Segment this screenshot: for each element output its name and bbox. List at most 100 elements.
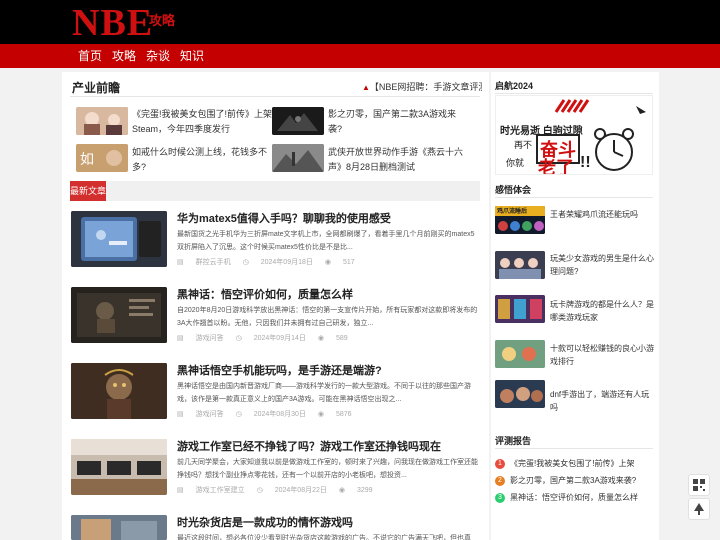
article-date: 2024年08月22日 [274, 487, 327, 494]
banner-line4: 你就 [506, 158, 525, 168]
article-views: 3299 [357, 487, 373, 494]
industry-item[interactable]: 武侠开放世界动作手游《燕云十六声》8月28日删档测试 [328, 145, 468, 175]
article-date: 2024年09月18日 [260, 259, 313, 266]
industry-thumb[interactable] [272, 144, 324, 172]
article-image[interactable] [71, 211, 167, 267]
industry-item[interactable]: 如戒什么时候公测上线，花钱多不多? [132, 145, 272, 175]
feel-item[interactable]: 王者荣耀鸡爪流还能玩吗 [550, 208, 654, 221]
banner-line6: !! [580, 154, 591, 171]
clock-icon: ◷ [242, 259, 249, 266]
article-summary: 最近这段时间，想必各位没少看到时光杂货店这款游戏的广告。不说它的广告满天飞吧，但… [177, 535, 471, 540]
motivation-banner[interactable]: 时光易逝 白驹过隙 再不 奋斗 你就 老了 !! [495, 95, 653, 175]
industry-thumb[interactable]: 如 [76, 144, 128, 172]
article-meta: ▤ 游戏问答 ◷ 2024年09月14日 ◉ 589 [177, 333, 360, 343]
nav-item-home[interactable]: 首页 [78, 44, 102, 68]
article-category[interactable]: 游戏问答 [196, 335, 224, 342]
feel-item[interactable]: 玩卡牌游戏的都是什么人？是哪类游戏玩家 [550, 298, 654, 324]
article-image[interactable] [71, 515, 167, 540]
main-nav: 首页 攻略 杂谈 知识 [0, 44, 720, 68]
clock-icon: ◷ [256, 487, 263, 494]
review-item[interactable]: 2 影之刃零，国产第二款3A游戏来袭? [495, 475, 636, 487]
article-meta: ▤ 群控云手机 ◷ 2024年09月18日 ◉ 517 [177, 257, 367, 267]
article-image[interactable] [71, 287, 167, 343]
qihang-title: 启航2024 [495, 81, 534, 91]
review-item[interactable]: 1 《完蛋!我被美女包围了!前传》上架 [495, 458, 634, 470]
feel-item[interactable]: 十款可以轻松赚钱的良心小游戏排行 [550, 342, 654, 368]
clock-icon: ◷ [235, 335, 242, 342]
svg-text:如: 如 [80, 152, 94, 168]
review-item[interactable]: 3 黑神话：悟空评价如何，质量怎么样 [495, 492, 638, 504]
industry-item[interactable]: 影之刃零，国产第二款3A游戏来袭? [328, 107, 468, 137]
article-image[interactable] [71, 439, 167, 495]
article-category[interactable]: 游戏工作室建立 [196, 487, 245, 494]
eye-icon: ◉ [317, 335, 324, 342]
latest-tabbar: 最新文章 [70, 181, 480, 201]
banner-line5: 老了 [538, 158, 574, 175]
article-title[interactable]: 黑神话悟空手机能玩吗，是手游还是端游? [177, 362, 382, 378]
ticker-text: 【NBE网招聘：手游文章评测写手】 [369, 82, 482, 92]
ticker-arrow-icon: ▲ [362, 83, 370, 92]
qr-code-button[interactable] [688, 474, 710, 496]
article-meta: ▤ 游戏工作室建立 ◷ 2024年08月22日 ◉ 3299 [177, 485, 385, 495]
article-views: 5876 [336, 411, 352, 418]
category-icon: ▤ [177, 487, 184, 494]
tab-latest[interactable]: 最新文章 [70, 181, 106, 201]
eye-icon: ◉ [338, 487, 345, 494]
review-text: 影之刃零，国产第二款3A游戏来袭? [510, 476, 637, 485]
industry-thumb[interactable] [272, 107, 324, 135]
article-title[interactable]: 华为matex5值得入手吗？聊聊我的使用感受 [177, 210, 391, 226]
feel-item[interactable]: dnf手游出了，端游还有人玩吗 [550, 388, 654, 414]
article-summary: 最新国货之光手机华为三折屏mate文字机上市，全网都刷爆了，看着手里几个月前刚买… [177, 231, 475, 251]
article-meta: ▤ 游戏问答 ◷ 2024年08月30日 ◉ 5876 [177, 409, 364, 419]
nav-item-chat[interactable]: 杂谈 [146, 44, 170, 68]
qr-code-icon [693, 479, 705, 491]
article-summary: 前几天同学聚会，大家知道我以前是做游戏工作室的，顿时来了兴趣，问我现在做游戏工作… [177, 459, 478, 479]
article-summary: 自2020年8月20日游戏科学放出黑神话：悟空的第一支宣传片开始，所有玩家都对这… [177, 307, 478, 327]
review-title: 评测报告 [495, 436, 532, 446]
divider [70, 96, 480, 97]
industry-thumb[interactable] [76, 107, 128, 135]
industry-title: 产业前瞻 [72, 81, 121, 95]
site-logo[interactable]: NBE [72, 3, 153, 43]
divider [495, 93, 653, 94]
review-text: 黑神话：悟空评价如何，质量怎么样 [510, 493, 638, 502]
eye-icon: ◉ [324, 259, 331, 266]
feel-thumb[interactable] [495, 340, 545, 368]
category-icon: ▤ [177, 411, 184, 418]
rank-number: 1 [495, 458, 505, 469]
feel-item[interactable]: 玩美少女游戏的男生是什么心理问题? [550, 252, 654, 278]
article-date: 2024年08月30日 [253, 411, 306, 418]
feel-thumb[interactable] [495, 295, 545, 323]
arrow-up-icon [694, 503, 704, 515]
article-title[interactable]: 时光杂货店是一款成功的情怀游戏吗 [177, 514, 353, 530]
article-category[interactable]: 游戏问答 [196, 411, 224, 418]
eye-icon: ◉ [317, 411, 324, 418]
news-ticker[interactable]: ▲【NBE网招聘：手游文章评测写手】 [362, 80, 482, 93]
back-to-top-button[interactable] [688, 498, 710, 520]
industry-item[interactable]: 《完蛋!我被美女包围了!前传》上架Steam，今年四季度发行 [132, 107, 272, 137]
article-category[interactable]: 群控云手机 [196, 259, 231, 266]
article-views: 589 [336, 335, 348, 342]
rank-number: 2 [495, 475, 505, 486]
feel-thumb[interactable] [495, 251, 545, 279]
article-image[interactable] [71, 363, 167, 419]
article-title[interactable]: 黑神话：悟空评价如何，质量怎么样 [177, 286, 353, 302]
category-icon: ▤ [177, 259, 184, 266]
category-icon: ▤ [177, 335, 184, 342]
site-logo-sub: 攻略 [149, 13, 176, 28]
feel-thumb[interactable] [495, 380, 545, 408]
nav-item-guides[interactable]: 攻略 [112, 44, 136, 68]
nav-item-knowledge[interactable]: 知识 [180, 44, 204, 68]
article-date: 2024年09月14日 [253, 335, 306, 342]
banner-line2: 再不 [514, 140, 533, 150]
article-views: 517 [343, 259, 355, 266]
divider [495, 197, 653, 198]
article-title[interactable]: 游戏工作室已经不挣钱了吗？游戏工作室还挣钱吗现在 [177, 438, 441, 454]
article-summary: 黑神话悟空是由国内新晋游戏厂商——游戏科学发行的一款大型游戏。不同于以往的那些国… [177, 383, 471, 403]
rank-number: 3 [495, 492, 505, 503]
feel-thumb[interactable]: 鸡爪流睡后 [495, 206, 545, 234]
clock-icon: ◷ [235, 411, 242, 418]
feel-thumb-label: 鸡爪流睡后 [497, 209, 528, 215]
top-header: NBE 攻略 [0, 0, 720, 44]
divider [495, 448, 653, 449]
